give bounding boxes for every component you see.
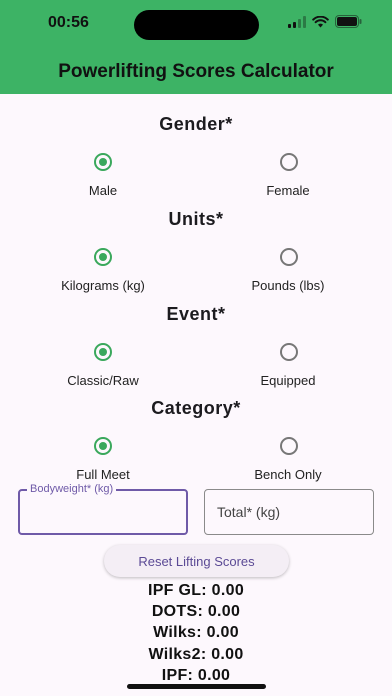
wifi-icon — [312, 15, 329, 27]
radio-kilograms[interactable] — [94, 248, 112, 266]
label-equipped[interactable]: Equipped — [190, 373, 386, 388]
total-input-placeholder: Total* (kg) — [217, 504, 281, 520]
gender-section-title: Gender* — [159, 114, 233, 134]
event-section-title: Event* — [166, 304, 226, 324]
label-female[interactable]: Female — [190, 183, 386, 198]
app-title: Powerlifting Scores Calculator — [58, 61, 334, 82]
dynamic-island — [134, 10, 259, 40]
category-section-title: Category* — [151, 398, 241, 418]
score-dots: DOTS: 0.00 — [151, 603, 241, 620]
score-ipf: IPF: 0.00 — [161, 667, 231, 684]
label-kilograms[interactable]: Kilograms (kg) — [5, 278, 201, 293]
bodyweight-input-label: Bodyweight* (kg) — [27, 483, 117, 495]
score-ipf-gl: IPF GL: 0.00 — [147, 582, 245, 599]
radio-bench-only[interactable] — [280, 437, 298, 455]
status-icons — [288, 15, 362, 28]
signal-icon — [288, 15, 306, 28]
radio-male[interactable] — [94, 153, 112, 171]
status-bar: 00:56 — [0, 0, 392, 48]
radio-equipped[interactable] — [280, 343, 298, 361]
label-male[interactable]: Male — [5, 183, 201, 198]
radio-female[interactable] — [280, 153, 298, 171]
radio-classic-raw[interactable] — [94, 343, 112, 361]
total-input[interactable]: Total* (kg) — [204, 489, 374, 535]
radio-full-meet[interactable] — [94, 437, 112, 455]
bodyweight-input[interactable] — [18, 489, 188, 535]
radio-pounds[interactable] — [280, 248, 298, 266]
score-wilks: Wilks: 0.00 — [153, 624, 239, 641]
label-full-meet[interactable]: Full Meet — [5, 467, 201, 482]
home-indicator[interactable] — [127, 684, 266, 689]
battery-icon — [335, 15, 362, 28]
app-header: 00:56 Powerlifting Scores Calculator — [0, 0, 392, 94]
units-section-title: Units* — [168, 209, 224, 229]
reset-lifting-scores-button[interactable]: Reset Lifting Scores — [104, 545, 289, 577]
score-wilks2: Wilks2: 0.00 — [148, 646, 244, 663]
status-time: 00:56 — [48, 14, 89, 31]
label-pounds[interactable]: Pounds (lbs) — [190, 278, 386, 293]
label-classic-raw[interactable]: Classic/Raw — [5, 373, 201, 388]
label-bench-only[interactable]: Bench Only — [190, 467, 386, 482]
